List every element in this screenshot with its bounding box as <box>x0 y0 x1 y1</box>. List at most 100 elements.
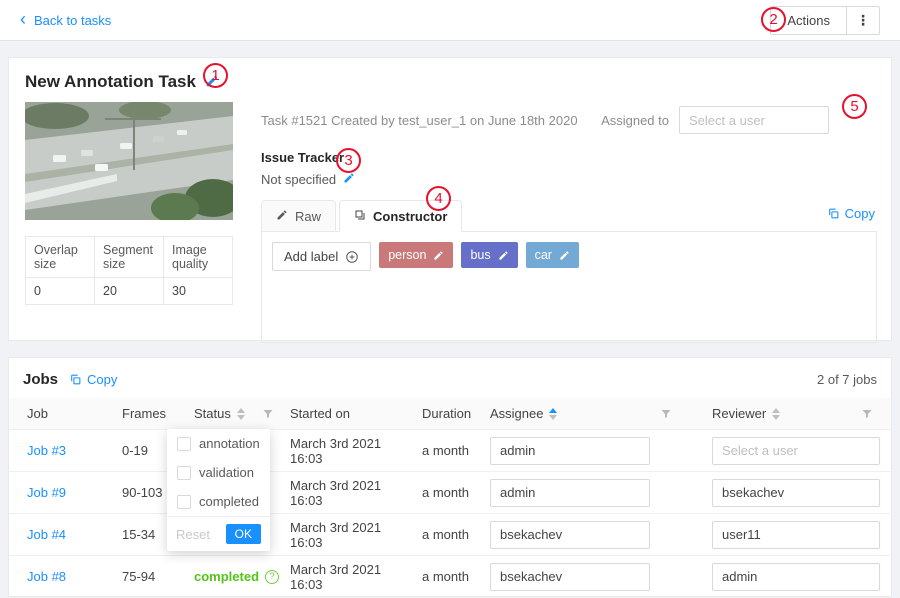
filter-option-validation[interactable]: validation <box>167 458 270 487</box>
task-meta-text: Task #1521 Created by test_user_1 on Jun… <box>261 113 578 128</box>
label-tag-bus-name: bus <box>470 248 490 262</box>
task-left-column: Overlap size Segment size Image quality … <box>25 102 233 343</box>
job-duration: a month <box>416 527 484 542</box>
copy-icon <box>69 373 82 386</box>
filter-dropdown-footer: Reset OK <box>167 516 270 551</box>
plus-circle-icon <box>345 250 359 264</box>
column-header-status-label: Status <box>194 406 231 421</box>
add-label-button[interactable]: Add label <box>272 242 371 271</box>
job-status-text: completed <box>194 569 259 584</box>
filter-option-label: validation <box>199 465 254 480</box>
reviewer-sort-icon[interactable] <box>772 408 780 420</box>
status-help-icon[interactable]: ? <box>265 570 279 584</box>
reviewer-filter-icon[interactable] <box>861 408 873 420</box>
annotation-marker-1: 1 <box>203 63 228 88</box>
status-sort-icon[interactable] <box>237 408 245 420</box>
task-preview-image <box>25 102 233 220</box>
job-reviewer-input[interactable] <box>712 521 880 549</box>
job-duration: a month <box>416 485 484 500</box>
task-assignee-input[interactable] <box>679 106 829 134</box>
param-header-overlap: Overlap size <box>26 237 95 278</box>
edit-label-icon <box>559 250 570 261</box>
back-to-tasks-link[interactable]: ‹ Back to tasks <box>20 12 111 28</box>
job-row: Job #3 0-19 March 3rd 2021 16:03 a month <box>9 430 891 472</box>
annotation-marker-2: 2 <box>761 7 786 32</box>
assigned-to-label: Assigned to <box>601 113 669 128</box>
jobs-count: 2 of 7 jobs <box>817 372 877 387</box>
labels-tabs-block: Raw Constructor Copy Add l <box>261 199 877 343</box>
job-link[interactable]: Job #4 <box>27 527 66 542</box>
assignee-sort-icon[interactable] <box>549 408 557 420</box>
more-vertical-icon: ⋮ <box>856 12 870 28</box>
task-right-column: Task #1521 Created by test_user_1 on Jun… <box>261 102 877 343</box>
job-assignee-input[interactable] <box>490 521 650 549</box>
column-header-status[interactable]: Status <box>188 406 284 421</box>
column-header-assignee[interactable]: Assignee <box>484 406 706 421</box>
label-tag-car-name: car <box>535 248 552 262</box>
copy-labels-label: Copy <box>845 206 875 221</box>
job-link[interactable]: Job #8 <box>27 569 66 584</box>
column-header-assignee-label: Assignee <box>490 406 543 421</box>
tab-raw[interactable]: Raw <box>261 200 336 232</box>
jobs-title: Jobs <box>23 371 58 388</box>
task-body: Overlap size Segment size Image quality … <box>23 102 877 343</box>
label-tag-car[interactable]: car <box>526 242 579 268</box>
edit-issue-tracker-icon[interactable] <box>343 172 355 187</box>
job-reviewer-input[interactable] <box>712 479 880 507</box>
issue-tracker-value-row: Not specified <box>261 172 877 187</box>
copy-icon <box>827 207 840 220</box>
job-row: Job #8 75-94 completed ? March 3rd 2021 … <box>9 556 891 598</box>
assigned-to-group: Assigned to <box>601 106 829 134</box>
job-reviewer-input[interactable] <box>712 437 880 465</box>
job-assignee-input[interactable] <box>490 437 650 465</box>
copy-jobs-link[interactable]: Copy <box>69 372 117 387</box>
annotation-marker-4: 4 <box>426 186 451 211</box>
job-assignee-input[interactable] <box>490 563 650 591</box>
edit-label-icon <box>433 250 444 261</box>
column-header-job[interactable]: Job <box>21 406 116 421</box>
job-started: March 3rd 2021 16:03 <box>284 520 416 550</box>
raw-pencil-icon <box>276 209 288 224</box>
job-link[interactable]: Job #3 <box>27 443 66 458</box>
status-filter-icon[interactable] <box>262 408 274 420</box>
jobs-table-header: Job Frames Status Started on Duration As… <box>9 398 891 430</box>
job-reviewer-input[interactable] <box>712 563 880 591</box>
task-title: New Annotation Task <box>25 72 196 92</box>
param-header-segment: Segment size <box>95 237 164 278</box>
actions-button-group: Actions ⋮ <box>770 6 880 35</box>
checkbox-icon[interactable] <box>177 466 191 480</box>
column-header-started[interactable]: Started on <box>284 406 416 421</box>
column-header-duration[interactable]: Duration <box>416 406 484 421</box>
filter-option-annotation[interactable]: annotation <box>167 429 270 458</box>
task-meta-row: Task #1521 Created by test_user_1 on Jun… <box>261 106 877 134</box>
filter-reset-button[interactable]: Reset <box>176 527 210 542</box>
copy-labels-link[interactable]: Copy <box>827 206 875 221</box>
annotation-marker-3: 3 <box>336 148 361 173</box>
assignee-filter-icon[interactable] <box>660 408 672 420</box>
constructor-block-icon <box>354 209 366 224</box>
column-header-frames[interactable]: Frames <box>116 406 188 421</box>
edit-label-icon <box>498 250 509 261</box>
param-value-quality: 30 <box>164 278 233 305</box>
filter-option-completed[interactable]: completed <box>167 487 270 516</box>
jobs-header-row: Jobs Copy 2 of 7 jobs <box>9 358 891 398</box>
label-tag-bus[interactable]: bus <box>461 242 517 268</box>
filter-ok-button[interactable]: OK <box>226 524 261 544</box>
jobs-card: Jobs Copy 2 of 7 jobs Job Frames Status … <box>8 357 892 597</box>
job-assignee-input[interactable] <box>490 479 650 507</box>
job-status: completed ? <box>194 569 284 584</box>
label-tag-person[interactable]: person <box>379 242 453 268</box>
job-started: March 3rd 2021 16:03 <box>284 436 416 466</box>
annotation-marker-5: 5 <box>842 94 867 119</box>
checkbox-icon[interactable] <box>177 495 191 509</box>
filter-option-label: annotation <box>199 436 260 451</box>
actions-more-button[interactable]: ⋮ <box>846 6 880 35</box>
add-label-button-text: Add label <box>284 249 338 264</box>
task-parameters-table: Overlap size Segment size Image quality … <box>25 236 233 305</box>
checkbox-icon[interactable] <box>177 437 191 451</box>
task-title-row: New Annotation Task <box>25 72 877 92</box>
column-header-reviewer[interactable]: Reviewer <box>706 406 879 421</box>
copy-jobs-label: Copy <box>87 372 117 387</box>
job-link[interactable]: Job #9 <box>27 485 66 500</box>
param-value-segment: 20 <box>95 278 164 305</box>
